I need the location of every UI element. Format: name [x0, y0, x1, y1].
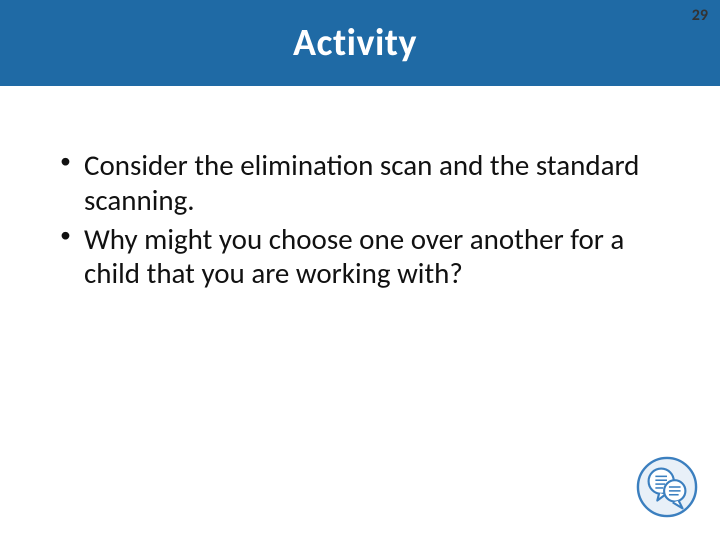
list-item: Why might you choose one over another fo…	[56, 222, 672, 292]
discussion-icon	[636, 456, 698, 518]
list-item: Consider the elimination scan and the st…	[56, 148, 672, 218]
slide: 29 Activity Consider the elimination sca…	[0, 0, 720, 540]
title-bar: Activity	[0, 0, 720, 86]
page-number: 29	[692, 6, 708, 25]
content-area: Consider the elimination scan and the st…	[0, 86, 720, 291]
bullet-list: Consider the elimination scan and the st…	[56, 148, 672, 291]
slide-title: Activity	[293, 20, 417, 66]
